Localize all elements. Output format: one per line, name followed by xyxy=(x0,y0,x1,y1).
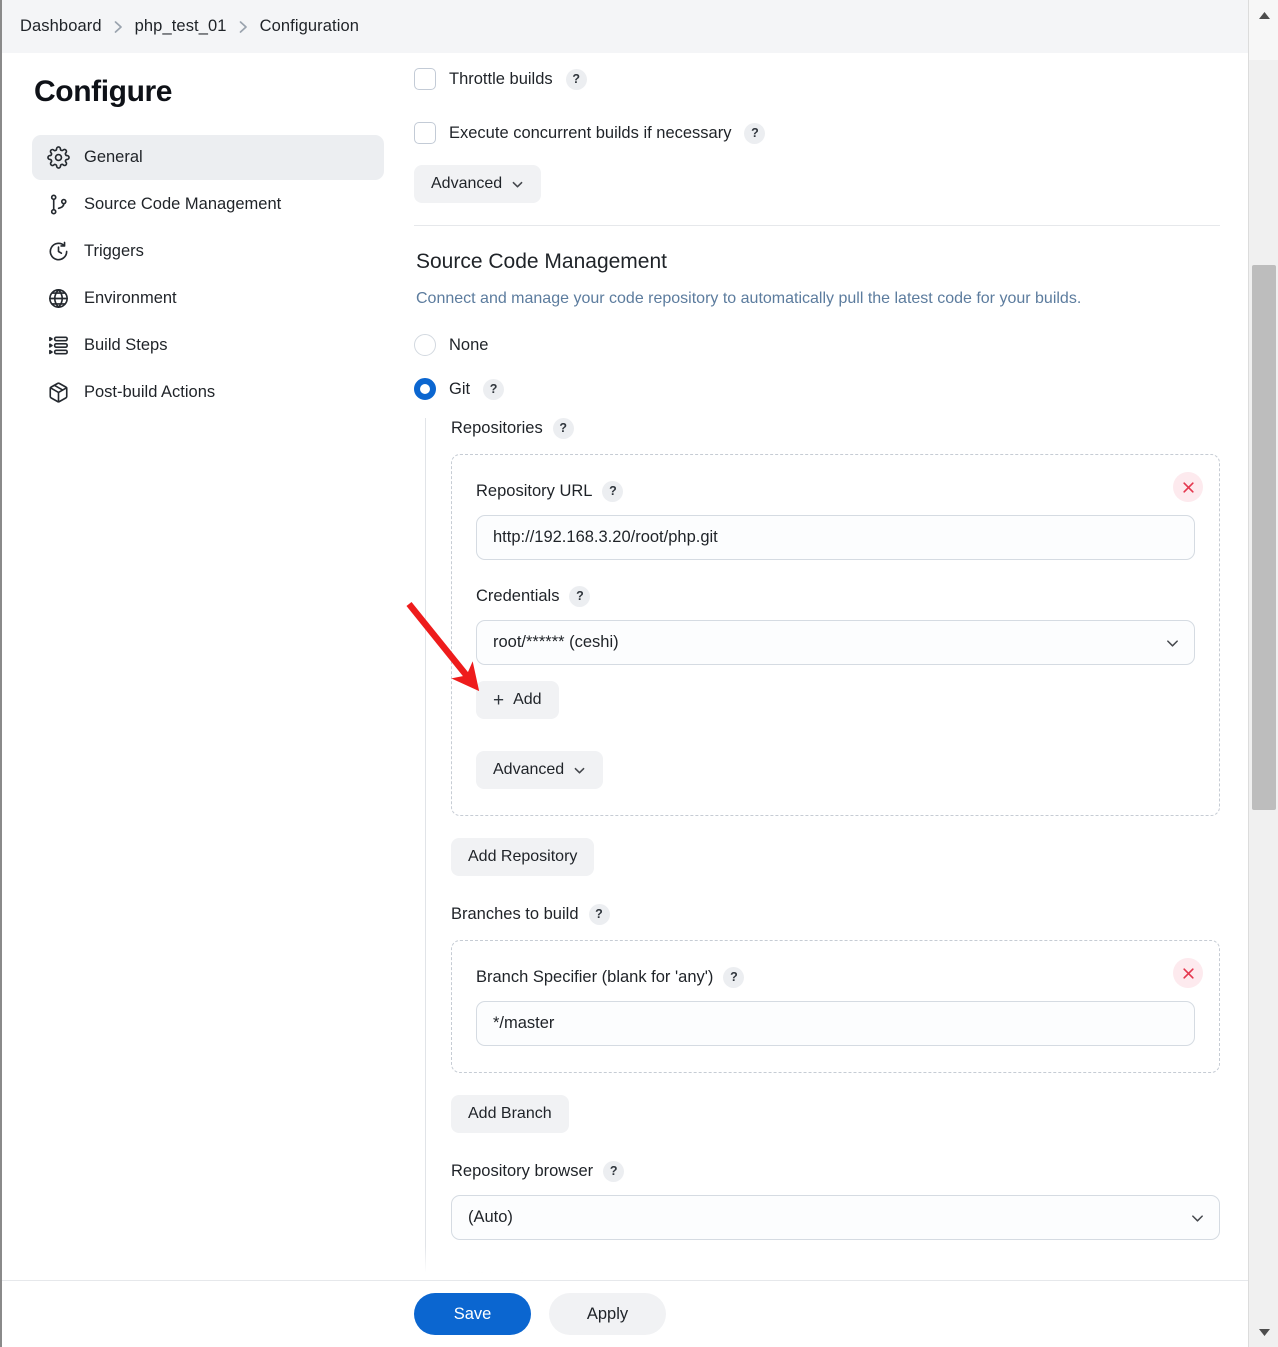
throttle-builds-row: Throttle builds ? xyxy=(414,63,1220,95)
sidebar-item-environment[interactable]: Environment xyxy=(32,276,384,321)
delete-branch-button[interactable] xyxy=(1173,958,1203,988)
repository-browser-select[interactable]: (Auto) xyxy=(451,1195,1220,1240)
sidebar-item-label: Post-build Actions xyxy=(84,383,216,401)
help-icon[interactable]: ? xyxy=(744,122,766,144)
help-icon[interactable]: ? xyxy=(723,967,745,988)
repository-url-input[interactable] xyxy=(476,515,1195,560)
help-icon[interactable]: ? xyxy=(602,481,624,502)
sidebar-item-label: Source Code Management xyxy=(84,195,282,213)
breadcrumb: Dashboard php_test_01 Configuration xyxy=(2,0,1248,53)
credentials-label-row: Credentials ? xyxy=(476,586,1195,607)
vertical-scrollbar[interactable] xyxy=(1248,0,1278,1347)
sidebar-item-label: Triggers xyxy=(84,242,144,260)
add-branch-button[interactable]: Add Branch xyxy=(451,1095,569,1133)
add-credentials-label: Add xyxy=(513,691,542,708)
add-repository-label: Add Repository xyxy=(468,848,578,865)
repository-panel: Repository URL ? Credentials ? root/****… xyxy=(451,454,1220,816)
general-advanced-label: Advanced xyxy=(431,175,503,192)
plus-icon: + xyxy=(493,689,505,711)
branch-specifier-label: Branch Specifier (blank for 'any') xyxy=(476,968,714,986)
help-icon[interactable]: ? xyxy=(569,586,591,607)
help-icon[interactable]: ? xyxy=(588,904,610,925)
add-branch-label: Add Branch xyxy=(468,1105,552,1122)
scm-section-title: Source Code Management xyxy=(416,250,667,273)
close-icon xyxy=(1182,481,1194,493)
chevron-right-icon xyxy=(113,20,124,34)
page-body: Configure General Source Code Management… xyxy=(2,53,1248,1347)
branches-label: Branches to build xyxy=(451,905,579,923)
delete-repository-button[interactable] xyxy=(1173,472,1203,502)
help-icon[interactable]: ? xyxy=(483,378,505,400)
sidebar-item-source-code-management[interactable]: Source Code Management xyxy=(32,182,384,227)
repository-browser-label: Repository browser xyxy=(451,1162,594,1180)
repository-advanced-label: Advanced xyxy=(493,761,565,778)
concurrent-builds-row: Execute concurrent builds if necessary ? xyxy=(414,117,1220,149)
sidebar: Configure General Source Code Management… xyxy=(2,53,402,417)
configure-page: Dashboard php_test_01 Configuration Conf… xyxy=(0,0,1278,1347)
add-repository-button[interactable]: Add Repository xyxy=(451,838,595,876)
git-config-group: Repositories ? Repository URL ? http://1… xyxy=(425,418,1220,1289)
close-icon xyxy=(1182,967,1194,979)
help-icon[interactable]: ? xyxy=(603,1161,625,1182)
branch-icon xyxy=(46,193,70,217)
branch-specifier-input[interactable] xyxy=(476,1001,1195,1046)
repositories-label: Repositories xyxy=(451,419,543,437)
concurrent-builds-checkbox[interactable] xyxy=(414,122,436,144)
clock-icon xyxy=(46,240,70,264)
save-button[interactable]: Save xyxy=(414,1293,531,1335)
repository-advanced-button[interactable]: Advanced xyxy=(476,751,604,789)
apply-button[interactable]: Apply xyxy=(549,1293,666,1335)
branches-label-row: Branches to build ? xyxy=(451,904,1220,925)
page-title: Configure xyxy=(34,75,173,108)
breadcrumb-item-dashboard[interactable]: Dashboard xyxy=(20,17,102,36)
scm-option-none-label: None xyxy=(449,335,489,354)
scm-radio-git[interactable] xyxy=(414,378,436,400)
sidebar-item-label: General xyxy=(84,148,143,166)
sidebar-item-general[interactable]: General xyxy=(32,135,384,180)
globe-icon xyxy=(46,287,70,311)
help-icon[interactable]: ? xyxy=(565,68,587,90)
sidebar-item-label: Build Steps xyxy=(84,336,168,354)
repository-browser-select-wrap: (Auto) xyxy=(451,1195,1220,1240)
config-form: Throttle builds ? Execute concurrent bui… xyxy=(402,53,1248,1347)
repository-browser-label-row: Repository browser ? xyxy=(451,1161,1220,1182)
content-fade xyxy=(2,1246,1248,1280)
branch-panel: Branch Specifier (blank for 'any') ? xyxy=(451,940,1220,1073)
scm-option-none-row: None xyxy=(414,330,1220,360)
help-icon[interactable]: ? xyxy=(552,418,574,439)
scm-section-description: Connect and manage your code repository … xyxy=(416,290,1082,307)
section-divider xyxy=(414,225,1220,226)
sidebar-item-post-build-actions[interactable]: Post-build Actions xyxy=(32,370,384,415)
gear-icon xyxy=(46,146,70,170)
scroll-down-arrow-icon[interactable] xyxy=(1249,1321,1278,1343)
branch-specifier-label-row: Branch Specifier (blank for 'any') ? xyxy=(476,967,1195,988)
sidebar-item-label: Environment xyxy=(84,289,177,307)
form-footer: Save Apply xyxy=(2,1280,1248,1347)
chevron-down-icon xyxy=(511,178,524,191)
credentials-select-wrap: root/****** (ceshi) xyxy=(476,620,1195,665)
credentials-label: Credentials xyxy=(476,587,560,605)
package-icon xyxy=(46,381,70,405)
scm-option-git-row: Git ? xyxy=(414,374,1220,404)
sidebar-item-triggers[interactable]: Triggers xyxy=(32,229,384,274)
chevron-down-icon xyxy=(573,764,586,777)
breadcrumb-item-project[interactable]: php_test_01 xyxy=(135,17,227,36)
repository-url-label: Repository URL xyxy=(476,482,593,500)
scrollbar-thumb[interactable] xyxy=(1252,265,1276,810)
general-advanced-button[interactable]: Advanced xyxy=(414,165,542,203)
scm-option-git-label: Git xyxy=(449,379,471,398)
add-credentials-button[interactable]: + Add xyxy=(476,681,559,719)
concurrent-builds-label: Execute concurrent builds if necessary xyxy=(449,123,732,142)
credentials-select[interactable]: root/****** (ceshi) xyxy=(476,620,1195,665)
sidebar-item-build-steps[interactable]: Build Steps xyxy=(32,323,384,368)
scroll-up-arrow-icon[interactable] xyxy=(1249,4,1278,26)
repositories-label-row: Repositories ? xyxy=(451,418,1220,439)
list-icon xyxy=(46,334,70,358)
scm-radio-none[interactable] xyxy=(414,334,436,356)
chevron-right-icon xyxy=(238,20,249,34)
throttle-builds-label: Throttle builds xyxy=(449,69,553,88)
throttle-builds-checkbox[interactable] xyxy=(414,68,436,90)
breadcrumb-item-configuration[interactable]: Configuration xyxy=(260,17,359,36)
repository-url-label-row: Repository URL ? xyxy=(476,481,1195,502)
